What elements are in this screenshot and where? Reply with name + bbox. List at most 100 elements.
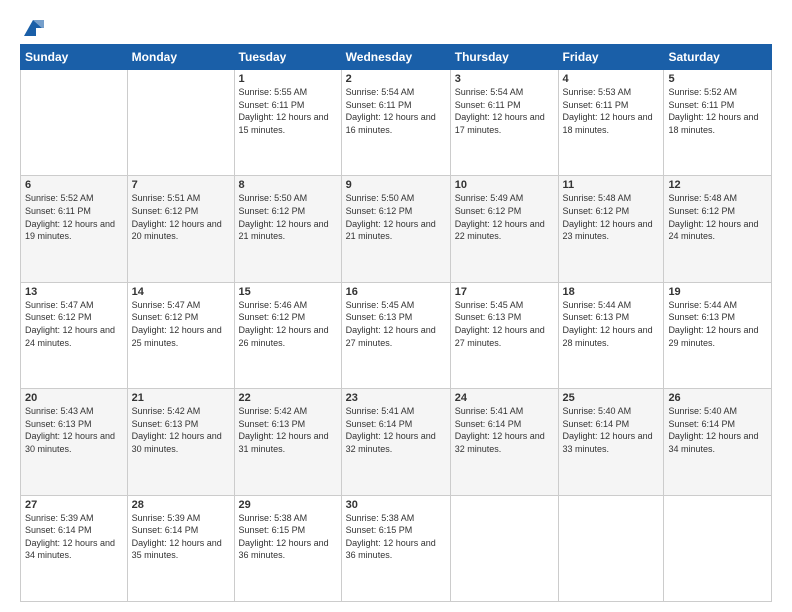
calendar-cell: 22Sunrise: 5:42 AM Sunset: 6:13 PM Dayli… <box>234 389 341 495</box>
day-info: Sunrise: 5:51 AM Sunset: 6:12 PM Dayligh… <box>132 192 230 242</box>
day-number: 15 <box>239 286 337 298</box>
day-info: Sunrise: 5:40 AM Sunset: 6:14 PM Dayligh… <box>563 405 660 455</box>
calendar-header-row: SundayMondayTuesdayWednesdayThursdayFrid… <box>21 45 772 70</box>
day-number: 11 <box>563 179 660 191</box>
day-number: 8 <box>239 179 337 191</box>
calendar-cell: 12Sunrise: 5:48 AM Sunset: 6:12 PM Dayli… <box>664 176 772 282</box>
calendar-cell: 4Sunrise: 5:53 AM Sunset: 6:11 PM Daylig… <box>558 70 664 176</box>
day-number: 29 <box>239 499 337 511</box>
calendar-cell: 13Sunrise: 5:47 AM Sunset: 6:12 PM Dayli… <box>21 282 128 388</box>
day-info: Sunrise: 5:43 AM Sunset: 6:13 PM Dayligh… <box>25 405 123 455</box>
day-number: 13 <box>25 286 123 298</box>
calendar-cell: 6Sunrise: 5:52 AM Sunset: 6:11 PM Daylig… <box>21 176 128 282</box>
day-number: 14 <box>132 286 230 298</box>
day-info: Sunrise: 5:41 AM Sunset: 6:14 PM Dayligh… <box>346 405 446 455</box>
col-header-tuesday: Tuesday <box>234 45 341 70</box>
col-header-sunday: Sunday <box>21 45 128 70</box>
day-number: 25 <box>563 392 660 404</box>
calendar-cell: 8Sunrise: 5:50 AM Sunset: 6:12 PM Daylig… <box>234 176 341 282</box>
calendar-cell: 17Sunrise: 5:45 AM Sunset: 6:13 PM Dayli… <box>450 282 558 388</box>
day-number: 10 <box>455 179 554 191</box>
col-header-monday: Monday <box>127 45 234 70</box>
calendar-cell: 30Sunrise: 5:38 AM Sunset: 6:15 PM Dayli… <box>341 495 450 601</box>
page: SundayMondayTuesdayWednesdayThursdayFrid… <box>0 0 792 612</box>
day-number: 4 <box>563 73 660 85</box>
day-info: Sunrise: 5:53 AM Sunset: 6:11 PM Dayligh… <box>563 86 660 136</box>
day-number: 12 <box>668 179 767 191</box>
day-number: 30 <box>346 499 446 511</box>
day-info: Sunrise: 5:41 AM Sunset: 6:14 PM Dayligh… <box>455 405 554 455</box>
header <box>20 18 772 36</box>
day-number: 22 <box>239 392 337 404</box>
day-number: 1 <box>239 73 337 85</box>
day-info: Sunrise: 5:40 AM Sunset: 6:14 PM Dayligh… <box>668 405 767 455</box>
calendar-cell: 21Sunrise: 5:42 AM Sunset: 6:13 PM Dayli… <box>127 389 234 495</box>
day-info: Sunrise: 5:55 AM Sunset: 6:11 PM Dayligh… <box>239 86 337 136</box>
day-info: Sunrise: 5:48 AM Sunset: 6:12 PM Dayligh… <box>668 192 767 242</box>
day-info: Sunrise: 5:39 AM Sunset: 6:14 PM Dayligh… <box>132 512 230 562</box>
calendar-cell <box>127 70 234 176</box>
calendar-cell <box>558 495 664 601</box>
calendar-cell: 28Sunrise: 5:39 AM Sunset: 6:14 PM Dayli… <box>127 495 234 601</box>
day-info: Sunrise: 5:50 AM Sunset: 6:12 PM Dayligh… <box>346 192 446 242</box>
calendar-cell <box>450 495 558 601</box>
day-number: 23 <box>346 392 446 404</box>
day-info: Sunrise: 5:47 AM Sunset: 6:12 PM Dayligh… <box>132 299 230 349</box>
calendar-cell: 16Sunrise: 5:45 AM Sunset: 6:13 PM Dayli… <box>341 282 450 388</box>
day-info: Sunrise: 5:52 AM Sunset: 6:11 PM Dayligh… <box>668 86 767 136</box>
col-header-friday: Friday <box>558 45 664 70</box>
calendar-cell: 25Sunrise: 5:40 AM Sunset: 6:14 PM Dayli… <box>558 389 664 495</box>
day-info: Sunrise: 5:48 AM Sunset: 6:12 PM Dayligh… <box>563 192 660 242</box>
day-info: Sunrise: 5:45 AM Sunset: 6:13 PM Dayligh… <box>346 299 446 349</box>
logo <box>20 18 44 36</box>
calendar-cell: 18Sunrise: 5:44 AM Sunset: 6:13 PM Dayli… <box>558 282 664 388</box>
calendar-cell: 27Sunrise: 5:39 AM Sunset: 6:14 PM Dayli… <box>21 495 128 601</box>
day-info: Sunrise: 5:47 AM Sunset: 6:12 PM Dayligh… <box>25 299 123 349</box>
calendar-cell: 3Sunrise: 5:54 AM Sunset: 6:11 PM Daylig… <box>450 70 558 176</box>
day-number: 24 <box>455 392 554 404</box>
day-info: Sunrise: 5:42 AM Sunset: 6:13 PM Dayligh… <box>239 405 337 455</box>
day-number: 18 <box>563 286 660 298</box>
calendar-cell: 10Sunrise: 5:49 AM Sunset: 6:12 PM Dayli… <box>450 176 558 282</box>
day-info: Sunrise: 5:42 AM Sunset: 6:13 PM Dayligh… <box>132 405 230 455</box>
day-number: 28 <box>132 499 230 511</box>
calendar-cell: 15Sunrise: 5:46 AM Sunset: 6:12 PM Dayli… <box>234 282 341 388</box>
day-info: Sunrise: 5:52 AM Sunset: 6:11 PM Dayligh… <box>25 192 123 242</box>
day-number: 20 <box>25 392 123 404</box>
day-info: Sunrise: 5:50 AM Sunset: 6:12 PM Dayligh… <box>239 192 337 242</box>
day-number: 16 <box>346 286 446 298</box>
calendar-week-5: 27 Sunrise: 5:39 AM Sunset: 6:14 PM Dayli… <box>21 495 772 601</box>
day-info: Sunrise: 5:45 AM Sunset: 6:13 PM Dayligh… <box>455 299 554 349</box>
day-info: Sunrise: 5:44 AM Sunset: 6:13 PM Dayligh… <box>563 299 660 349</box>
day-info: Sunrise: 5:46 AM Sunset: 6:12 PM Dayligh… <box>239 299 337 349</box>
day-info: Sunrise: 5:38 AM Sunset: 6:15 PM Dayligh… <box>239 512 337 562</box>
calendar-cell <box>21 70 128 176</box>
day-info: Sunrise: 5:44 AM Sunset: 6:13 PM Dayligh… <box>668 299 767 349</box>
day-info: Sunrise: 5:54 AM Sunset: 6:11 PM Dayligh… <box>455 86 554 136</box>
col-header-thursday: Thursday <box>450 45 558 70</box>
day-info: Sunrise: 5:54 AM Sunset: 6:11 PM Dayligh… <box>346 86 446 136</box>
day-number: 6 <box>25 179 123 191</box>
day-number: 3 <box>455 73 554 85</box>
day-number: 9 <box>346 179 446 191</box>
day-info: Sunrise: 5:38 AM Sunset: 6:15 PM Dayligh… <box>346 512 446 562</box>
calendar-cell: 23Sunrise: 5:41 AM Sunset: 6:14 PM Dayli… <box>341 389 450 495</box>
day-info: Sunrise: 5:49 AM Sunset: 6:12 PM Dayligh… <box>455 192 554 242</box>
calendar-cell: 20Sunrise: 5:43 AM Sunset: 6:13 PM Dayli… <box>21 389 128 495</box>
calendar-cell: 19Sunrise: 5:44 AM Sunset: 6:13 PM Dayli… <box>664 282 772 388</box>
day-number: 7 <box>132 179 230 191</box>
col-header-saturday: Saturday <box>664 45 772 70</box>
calendar-cell: 7Sunrise: 5:51 AM Sunset: 6:12 PM Daylig… <box>127 176 234 282</box>
day-number: 19 <box>668 286 767 298</box>
calendar-cell: 11Sunrise: 5:48 AM Sunset: 6:12 PM Dayli… <box>558 176 664 282</box>
calendar-cell: 14Sunrise: 5:47 AM Sunset: 6:12 PM Dayli… <box>127 282 234 388</box>
day-number: 17 <box>455 286 554 298</box>
calendar-cell: 2Sunrise: 5:54 AM Sunset: 6:11 PM Daylig… <box>341 70 450 176</box>
calendar-table: SundayMondayTuesdayWednesdayThursdayFrid… <box>20 44 772 602</box>
col-header-wednesday: Wednesday <box>341 45 450 70</box>
calendar-week-2: 6Sunrise: 5:52 AM Sunset: 6:11 PM Daylig… <box>21 176 772 282</box>
logo-icon <box>22 18 44 36</box>
calendar-week-4: 20Sunrise: 5:43 AM Sunset: 6:13 PM Dayli… <box>21 389 772 495</box>
day-number: 27 <box>25 499 123 511</box>
day-number: 21 <box>132 392 230 404</box>
